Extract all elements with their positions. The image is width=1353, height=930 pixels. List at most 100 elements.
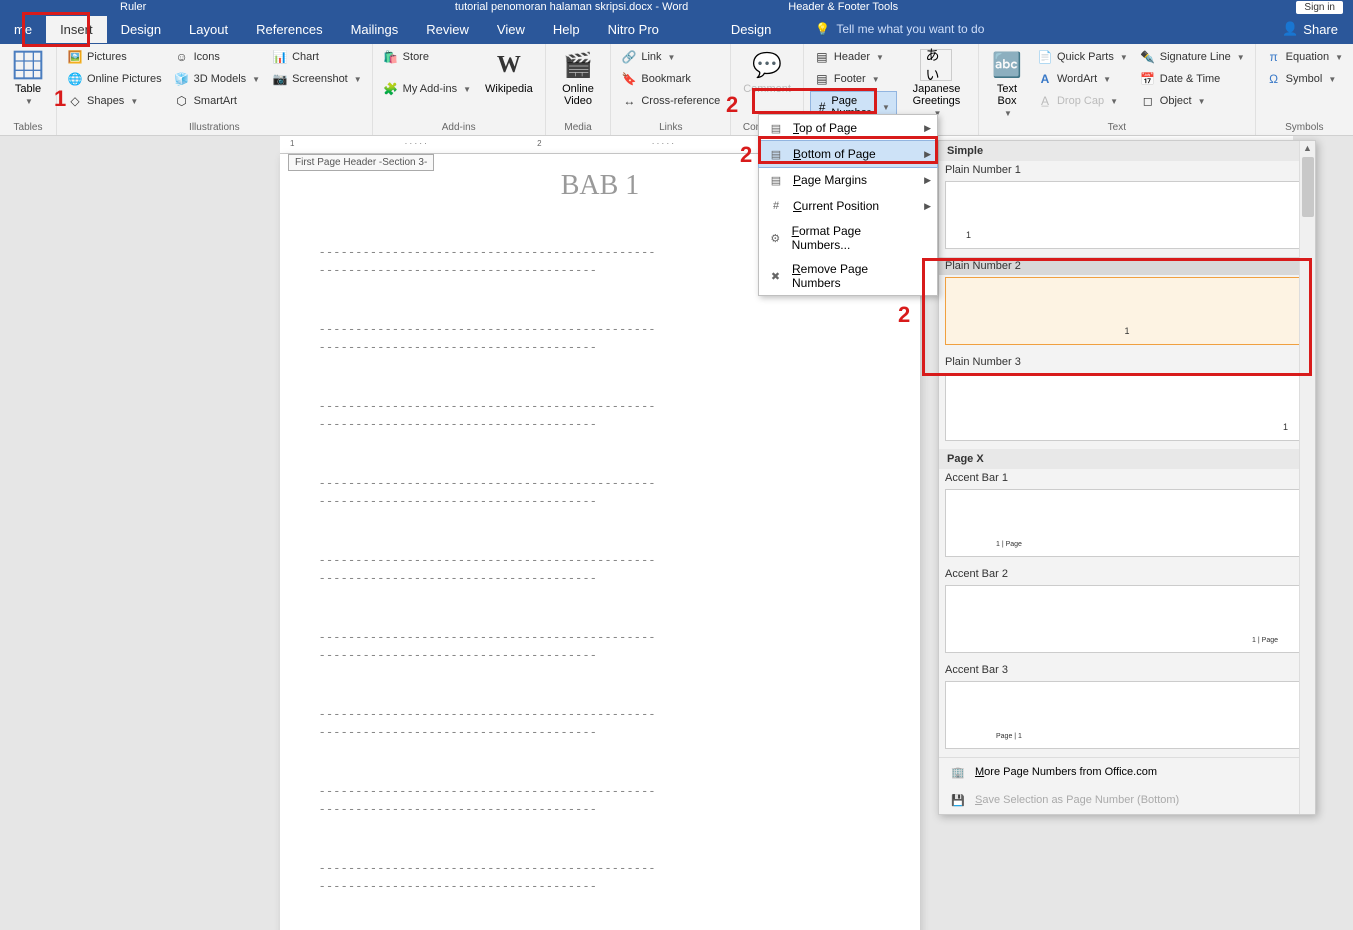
screenshot-button[interactable]: 📷Screenshot▼ — [268, 69, 366, 89]
gallery-accent-bar-3[interactable]: Page | 1 — [945, 681, 1309, 749]
screenshot-icon: 📷 — [272, 71, 288, 87]
tell-me-search[interactable]: 💡 Tell me what you want to do — [815, 22, 984, 36]
page-margins-icon: ▤ — [767, 172, 785, 188]
addins-group-label: Add-ins — [379, 120, 539, 135]
text-group-label: Text — [985, 120, 1249, 135]
ribbon-tabs: me Insert Design Layout References Maili… — [0, 14, 1353, 44]
ruler-checkbox[interactable]: Ruler — [120, 1, 146, 13]
annotation-2b: 2 — [740, 142, 752, 168]
more-page-numbers[interactable]: 🏢 More Page Numbers from Office.com — [939, 758, 1315, 786]
tab-insert[interactable]: Insert — [46, 16, 107, 43]
annotation-2a: 2 — [726, 92, 738, 118]
footer-button[interactable]: ▤Footer▼ — [810, 69, 897, 89]
chevron-right-icon: ▶ — [924, 123, 931, 134]
object-icon: ◻ — [1140, 93, 1156, 109]
gallery-scrollbar[interactable]: ▲ — [1299, 141, 1315, 814]
gallery-plain-number-1[interactable]: 1 — [945, 181, 1309, 249]
share-icon: 👤 — [1282, 21, 1298, 37]
store-icon: 🛍️ — [383, 49, 399, 65]
scrollbar-thumb[interactable] — [1302, 157, 1314, 217]
online-pictures-icon: 🌐 — [67, 71, 83, 87]
tab-design-hf[interactable]: Design — [717, 16, 785, 43]
tab-nitro[interactable]: Nitro Pro — [594, 16, 673, 43]
shapes-button[interactable]: ◇Shapes▼ — [63, 91, 166, 111]
tab-help[interactable]: Help — [539, 16, 594, 43]
annotation-1: 1 — [54, 86, 66, 112]
link-button[interactable]: 🔗Link▼ — [617, 47, 724, 67]
tab-layout[interactable]: Layout — [175, 16, 242, 43]
crossref-icon: ↔ — [621, 93, 637, 109]
header-icon: ▤ — [814, 49, 830, 65]
smartart-icon: ⬡ — [174, 93, 190, 109]
text-box-button[interactable]: 🔤 Text Box▼ — [985, 47, 1029, 120]
date-time-button[interactable]: 📅Date & Time — [1136, 69, 1249, 89]
menu-format-page-numbers[interactable]: ⚙ Format Page Numbers... — [759, 219, 937, 257]
bookmark-button[interactable]: 🔖Bookmark — [617, 69, 724, 89]
japanese-greetings-button[interactable]: あい Japanese Greetings▼ — [901, 47, 972, 120]
chart-button[interactable]: 📊Chart — [268, 47, 366, 67]
share-button[interactable]: 👤 Share — [1282, 21, 1338, 37]
quick-parts-button[interactable]: 📄Quick Parts▼ — [1033, 47, 1132, 67]
tab-design[interactable]: Design — [107, 16, 175, 43]
page-bottom-icon: ▤ — [767, 146, 785, 162]
symbol-button[interactable]: ΩSymbol▼ — [1262, 69, 1347, 89]
titlebar: Ruler tutorial penomoran halaman skripsi… — [0, 0, 1353, 14]
icons-button[interactable]: ☺Icons — [170, 47, 265, 67]
tab-home[interactable]: me — [0, 16, 46, 43]
gallery-accent-bar-3-label: Accent Bar 3 — [939, 661, 1315, 679]
quick-parts-icon: 📄 — [1037, 49, 1053, 65]
text-box-icon: 🔤 — [991, 49, 1023, 81]
menu-page-margins[interactable]: ▤ Page Margins ▶ — [759, 167, 937, 193]
save-icon: 💾 — [949, 792, 967, 808]
gallery-accent-bar-1[interactable]: 1 | Page — [945, 489, 1309, 557]
page-number-menu: ▤ TTop of Pageop of Page ▶ ▤ Bottom of P… — [758, 114, 938, 296]
link-icon: 🔗 — [621, 49, 637, 65]
comment-button[interactable]: 💬 Comment — [737, 47, 797, 97]
japanese-greetings-icon: あい — [920, 49, 952, 81]
signin-button[interactable]: Sign in — [1296, 1, 1343, 14]
drop-cap-button[interactable]: A̲Drop Cap▼ — [1033, 91, 1132, 111]
document-body: ----------------------------------------… — [320, 244, 880, 893]
menu-current-position[interactable]: # Current Position ▶ — [759, 193, 937, 219]
object-button[interactable]: ◻Object▼ — [1136, 91, 1249, 111]
crossref-button[interactable]: ↔Cross-reference — [617, 91, 724, 111]
tab-view[interactable]: View — [483, 16, 539, 43]
menu-top-of-page[interactable]: ▤ TTop of Pageop of Page ▶ — [759, 115, 937, 141]
annotation-2c: 2 — [898, 302, 910, 328]
menu-bottom-of-page[interactable]: ▤ Bottom of Page ▶ — [758, 140, 938, 168]
pictures-button[interactable]: 🖼️Pictures — [63, 47, 166, 67]
store-button[interactable]: 🛍️Store — [379, 47, 475, 67]
scroll-up-icon[interactable]: ▲ — [1300, 141, 1315, 155]
chart-icon: 📊 — [272, 49, 288, 65]
page-top-icon: ▤ — [767, 120, 785, 136]
table-button[interactable]: Table ▼ — [6, 47, 50, 108]
online-video-button[interactable]: 🎬 Online Video — [552, 47, 605, 109]
my-addins-button[interactable]: 🧩My Add-ins▼ — [379, 79, 475, 99]
equation-button[interactable]: πEquation▼ — [1262, 47, 1347, 67]
gallery-accent-bar-2[interactable]: 1 | Page — [945, 585, 1309, 653]
3d-models-button[interactable]: 🧊3D Models▼ — [170, 69, 265, 89]
video-icon: 🎬 — [562, 49, 594, 81]
chevron-down-icon: ▼ — [25, 97, 33, 106]
gallery-plain-number-1-label: Plain Number 1 — [939, 161, 1315, 179]
wikipedia-button[interactable]: W Wikipedia — [479, 47, 539, 97]
tab-mailings[interactable]: Mailings — [337, 16, 413, 43]
current-position-icon: # — [767, 198, 785, 214]
menu-remove-page-numbers[interactable]: ✖ Remove Page Numbers — [759, 257, 937, 295]
lightbulb-icon: 💡 — [815, 22, 830, 36]
gallery-plain-number-2-label: Plain Number 2 — [939, 257, 1315, 275]
smartart-button[interactable]: ⬡SmartArt — [170, 91, 265, 111]
online-pictures-button[interactable]: 🌐Online Pictures — [63, 69, 166, 89]
signature-line-button[interactable]: ✒️Signature Line▼ — [1136, 47, 1249, 67]
gallery-plain-number-2[interactable]: 1 — [945, 277, 1309, 345]
tab-references[interactable]: References — [242, 16, 336, 43]
addins-icon: 🧩 — [383, 81, 399, 97]
3d-models-icon: 🧊 — [174, 71, 190, 87]
wordart-button[interactable]: AWordArt▼ — [1033, 69, 1132, 89]
table-icon — [12, 49, 44, 81]
header-button[interactable]: ▤Header▼ — [810, 47, 897, 67]
tab-review[interactable]: Review — [412, 16, 483, 43]
gallery-accent-bar-2-label: Accent Bar 2 — [939, 565, 1315, 583]
gallery-plain-number-3[interactable]: 1 — [945, 373, 1309, 441]
media-group-label: Media — [552, 120, 605, 135]
